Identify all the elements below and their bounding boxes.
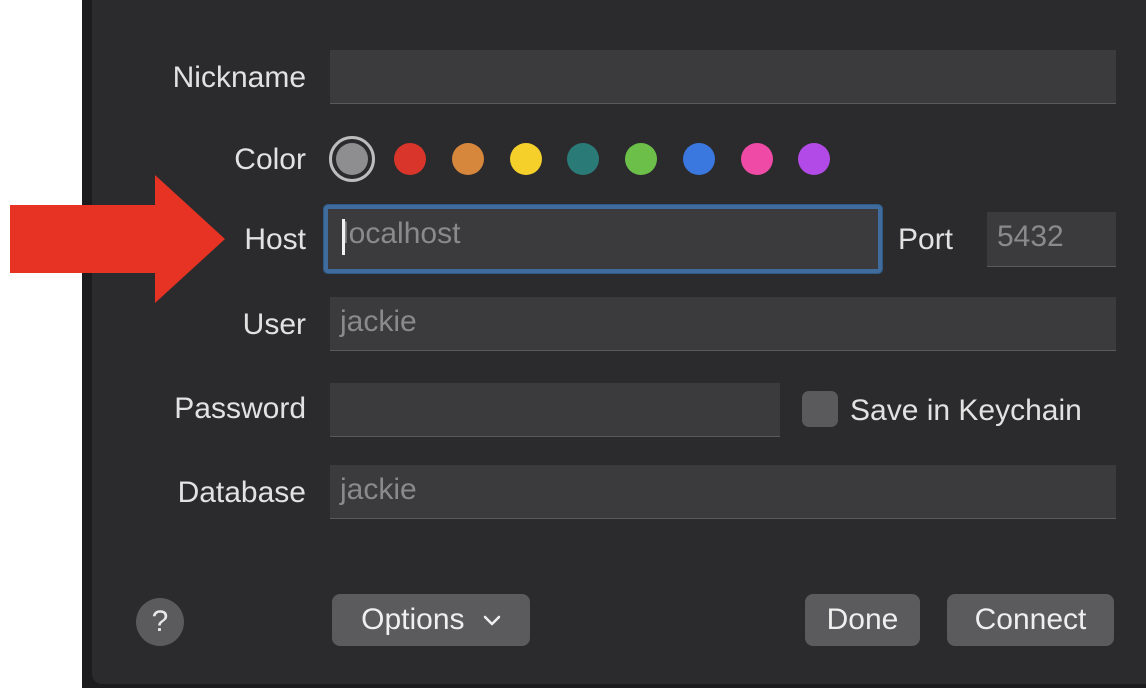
red-arrow-annotation [10, 175, 225, 303]
text-caret [342, 219, 345, 255]
host-placeholder: localhost [342, 217, 461, 250]
chevron-down-icon [483, 615, 501, 626]
user-placeholder: jackie [340, 305, 417, 338]
color-swatch-blue[interactable] [683, 143, 715, 175]
database-field[interactable]: jackie [330, 465, 1116, 519]
host-field[interactable]: localhost [324, 205, 882, 273]
database-label: Database [177, 476, 306, 509]
color-swatch-purple[interactable] [798, 143, 830, 175]
nickname-field[interactable] [330, 50, 1116, 104]
nickname-label: Nickname [172, 61, 306, 94]
options-button[interactable]: Options [332, 594, 530, 646]
color-swatch-teal[interactable] [567, 143, 599, 175]
port-placeholder: 5432 [997, 220, 1064, 253]
port-label: Port [898, 223, 954, 256]
user-label: User [242, 308, 306, 341]
color-swatch-gray-fill [336, 143, 368, 175]
color-swatch-gray[interactable] [329, 136, 375, 182]
connect-button[interactable]: Connect [947, 594, 1114, 646]
database-placeholder: jackie [340, 473, 417, 506]
host-label: Host [244, 223, 306, 256]
password-field[interactable] [330, 383, 780, 437]
color-label: Color [234, 143, 306, 176]
password-label: Password [174, 392, 306, 425]
color-swatch-red[interactable] [394, 143, 426, 175]
done-button[interactable]: Done [805, 594, 920, 646]
help-button[interactable]: ? [136, 598, 184, 646]
save-keychain-label[interactable]: Save in Keychain [850, 393, 1082, 429]
port-field[interactable]: 5432 [987, 212, 1116, 267]
color-swatch-green[interactable] [625, 143, 657, 175]
color-swatch-yellow[interactable] [510, 143, 542, 175]
save-keychain-checkbox[interactable] [802, 391, 838, 427]
color-swatch-orange[interactable] [452, 143, 484, 175]
options-label: Options [361, 603, 465, 636]
color-swatch-pink[interactable] [741, 143, 773, 175]
user-field[interactable]: jackie [330, 297, 1116, 351]
